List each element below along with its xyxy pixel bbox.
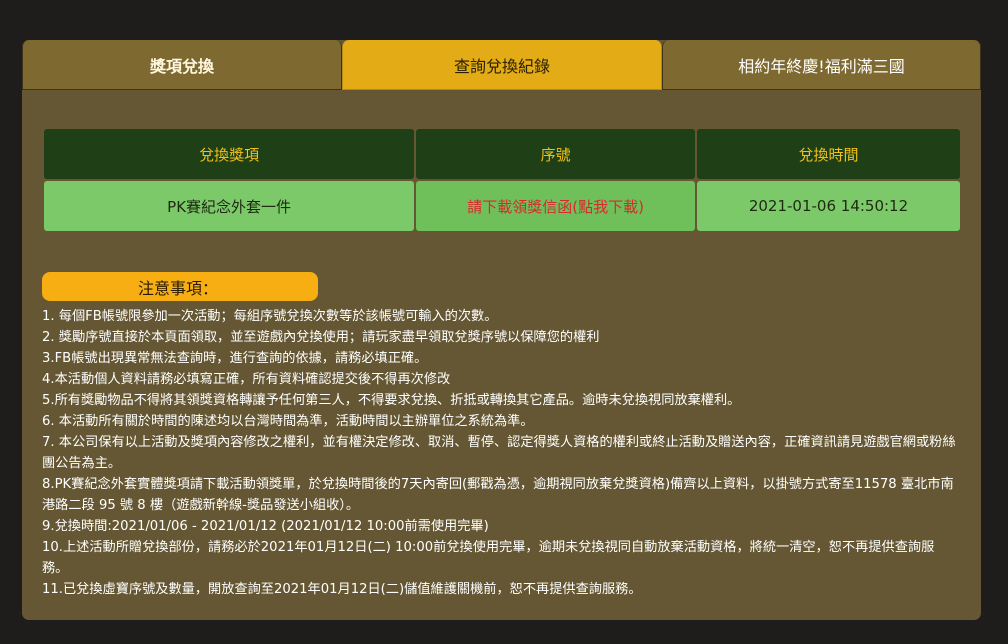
tab-bar: 獎項兌換 查詢兌換紀錄 相約年終慶!福利滿三國 xyxy=(22,40,981,90)
notice-list: 1. 每個FB帳號限參加一次活動；每組序號兌換次數等於該帳號可輸入的次數。 2.… xyxy=(42,306,960,600)
list-item: 8.PK賽紀念外套實體獎項請下載活動領獎單，於兌換時間後的7天內寄回(郵戳為憑，… xyxy=(42,477,954,513)
cell-time: 2021-01-06 14:50:12 xyxy=(696,181,960,231)
list-item: 4.本活動個人資料請務必填寫正確，所有資料確認提交後不得再次修改 xyxy=(42,372,451,387)
header-time: 兌換時間 xyxy=(696,129,960,179)
tab-year-end-event[interactable]: 相約年終慶!福利滿三國 xyxy=(662,40,981,90)
table-row: PK賽紀念外套一件 請下載領獎信函(點我下載) 2021-01-06 14:50… xyxy=(44,181,960,231)
list-item: 10.上述活動所贈兌換部份，請務必於2021年01月12日(二) 10:00前兌… xyxy=(42,540,935,576)
cell-prize: PK賽紀念外套一件 xyxy=(44,181,415,231)
exchange-records-table: 兌換獎項 序號 兌換時間 PK賽紀念外套一件 請下載領獎信函(點我下載) 202… xyxy=(42,127,962,233)
list-item: 11.已兌換虛寶序號及數量，開放查詢至2021年01月12日(二)儲值維護關機前… xyxy=(42,582,642,597)
list-item: 2. 獎勵序號直接於本頁面領取，並至遊戲內兌換使用；請玩家盡早領取兌獎序號以保障… xyxy=(42,330,600,345)
tab-prize-exchange[interactable]: 獎項兌換 xyxy=(22,40,342,90)
table-header-row: 兌換獎項 序號 兌換時間 xyxy=(44,129,960,179)
list-item: 5.所有獎勵物品不得將其領獎資格轉讓予任何第三人，不得要求兌換、折抵或轉換其它產… xyxy=(42,393,741,408)
tab-exchange-records[interactable]: 查詢兌換紀錄 xyxy=(342,40,662,90)
notice-title: 注意事項： xyxy=(42,272,318,301)
list-item: 7. 本公司保有以上活動及獎項內容修改之權利，並有權決定修改、取消、暫停、認定得… xyxy=(42,435,956,471)
list-item: 9.兌換時間:2021/01/06 - 2021/01/12 (2021/01/… xyxy=(42,519,489,534)
list-item: 1. 每個FB帳號限參加一次活動；每組序號兌換次數等於該帳號可輸入的次數。 xyxy=(42,309,498,324)
download-letter-link[interactable]: 請下載領獎信函(點我下載) xyxy=(416,181,695,231)
header-prize: 兌換獎項 xyxy=(44,129,415,179)
header-serial: 序號 xyxy=(416,129,695,179)
list-item: 6. 本活動所有關於時間的陳述均以台灣時間為準，活動時間以主辦單位之系統為準。 xyxy=(42,414,534,429)
list-item: 3.FB帳號出現異常無法查詢時，進行查詢的依據，請務必填正確。 xyxy=(42,351,428,366)
exchange-panel: 獎項兌換 查詢兌換紀錄 相約年終慶!福利滿三國 兌換獎項 序號 兌換時間 PK賽… xyxy=(22,40,981,620)
